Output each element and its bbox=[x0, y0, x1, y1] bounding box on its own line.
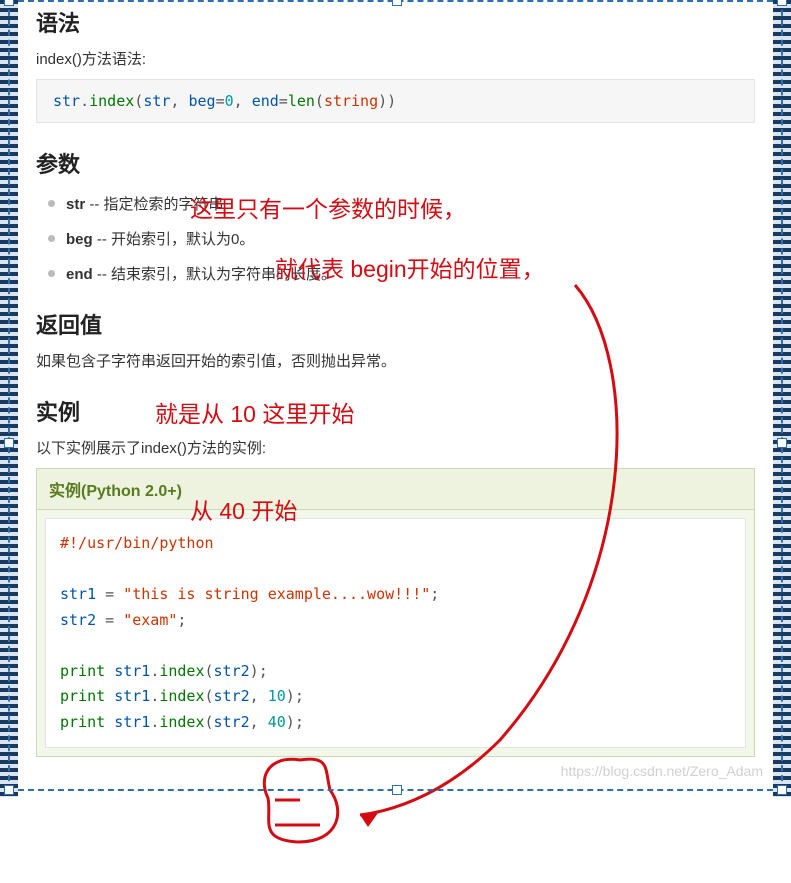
param-sep: -- bbox=[93, 231, 111, 248]
code-token: = bbox=[96, 611, 123, 629]
annotation-1: 这里只有一个参数的时候， bbox=[190, 190, 466, 224]
code-token: ) bbox=[378, 92, 387, 110]
selection-handle[interactable] bbox=[777, 438, 787, 448]
code-token: ) bbox=[286, 713, 295, 731]
code-token: ) bbox=[286, 687, 295, 705]
code-token: = bbox=[96, 585, 123, 603]
code-token: beg bbox=[188, 92, 215, 110]
code-token: ) bbox=[250, 662, 259, 680]
heading-params: 参数 bbox=[36, 147, 755, 179]
code-token: "exam" bbox=[123, 611, 177, 629]
code-token: , bbox=[234, 92, 252, 110]
code-token: print bbox=[60, 687, 105, 705]
param-sep: -- bbox=[85, 196, 103, 213]
code-token: index bbox=[89, 92, 134, 110]
code-token: 40 bbox=[268, 713, 286, 731]
example-header: 实例(Python 2.0+) bbox=[37, 469, 754, 510]
code-token: ; bbox=[177, 611, 186, 629]
code-token: str2 bbox=[214, 687, 250, 705]
heading-return: 返回值 bbox=[36, 308, 755, 340]
code-token: ( bbox=[205, 662, 214, 680]
watermark: https://blog.csdn.net/Zero_Adam bbox=[561, 763, 763, 779]
annotation-3: 就是从 10 这里开始 bbox=[155, 395, 354, 429]
code-token: end bbox=[252, 92, 279, 110]
arrow-head-icon bbox=[360, 813, 378, 827]
code-token: , bbox=[170, 92, 188, 110]
param-desc: 开始索引，默认为0。 bbox=[111, 231, 254, 248]
document-page: 语法 index()方法语法: str.index(str, beg=0, en… bbox=[0, 0, 791, 797]
param-name: str bbox=[66, 196, 85, 213]
code-token: , bbox=[250, 687, 268, 705]
selection-handle[interactable] bbox=[392, 785, 402, 795]
code-token: str2 bbox=[214, 713, 250, 731]
example-description: 以下实例展示了index()方法的实例: bbox=[36, 437, 755, 458]
code-token: ) bbox=[387, 92, 396, 110]
selection-handle[interactable] bbox=[777, 0, 787, 6]
example-box: 实例(Python 2.0+) #!/usr/bin/python str1 =… bbox=[36, 468, 755, 757]
code-token: index bbox=[159, 687, 204, 705]
code-token: , bbox=[250, 713, 268, 731]
code-token: str2 bbox=[60, 611, 96, 629]
param-name: beg bbox=[66, 231, 93, 248]
left-stripe bbox=[0, 0, 18, 797]
code-token: str2 bbox=[214, 662, 250, 680]
code-token: str1 bbox=[60, 585, 96, 603]
code-token: ; bbox=[295, 687, 304, 705]
code-token: str bbox=[53, 92, 80, 110]
param-name: end bbox=[66, 266, 93, 283]
code-token: 0 bbox=[225, 92, 234, 110]
code-token: len bbox=[288, 92, 315, 110]
code-token: ( bbox=[205, 713, 214, 731]
code-token: . bbox=[150, 662, 159, 680]
code-token: str1 bbox=[114, 687, 150, 705]
syntax-code-block: str.index(str, beg=0, end=len(string)) bbox=[36, 79, 755, 123]
code-token: print bbox=[60, 662, 105, 680]
code-token: . bbox=[150, 687, 159, 705]
code-token: str1 bbox=[114, 662, 150, 680]
return-description: 如果包含子字符串返回开始的索引值，否则抛出异常。 bbox=[36, 350, 755, 371]
annotation-4: 从 40 开始 bbox=[190, 492, 297, 526]
list-item: beg -- 开始索引，默认为0。 bbox=[44, 228, 755, 249]
code-token: ; bbox=[295, 713, 304, 731]
code-token: . bbox=[150, 713, 159, 731]
code-token: ( bbox=[315, 92, 324, 110]
code-token: . bbox=[80, 92, 89, 110]
selection-handle[interactable] bbox=[4, 0, 14, 6]
code-token: index bbox=[159, 713, 204, 731]
code-token: ; bbox=[259, 662, 268, 680]
code-token: "this is string example....wow!!!" bbox=[123, 585, 430, 603]
code-token: str1 bbox=[114, 713, 150, 731]
selection-handle[interactable] bbox=[392, 0, 402, 6]
selection-handle[interactable] bbox=[4, 438, 14, 448]
annotation-2: 就代表 begin开始的位置， bbox=[275, 250, 545, 284]
code-token: string bbox=[324, 92, 378, 110]
syntax-description: index()方法语法: bbox=[36, 48, 755, 69]
right-stripe bbox=[773, 0, 791, 797]
heading-example: 实例 bbox=[36, 395, 755, 427]
code-token: 10 bbox=[268, 687, 286, 705]
code-token: ( bbox=[205, 687, 214, 705]
code-token: ; bbox=[430, 585, 439, 603]
code-token: #!/usr/bin/python bbox=[60, 534, 214, 552]
code-token: index bbox=[159, 662, 204, 680]
param-sep: -- bbox=[93, 266, 111, 283]
code-token: ( bbox=[134, 92, 143, 110]
selection-handle[interactable] bbox=[4, 785, 14, 795]
code-token: str bbox=[143, 92, 170, 110]
code-token: print bbox=[60, 713, 105, 731]
code-token: = bbox=[279, 92, 288, 110]
example-code-block: #!/usr/bin/python str1 = "this is string… bbox=[45, 518, 746, 748]
selection-handle[interactable] bbox=[777, 785, 787, 795]
code-token: = bbox=[216, 92, 225, 110]
